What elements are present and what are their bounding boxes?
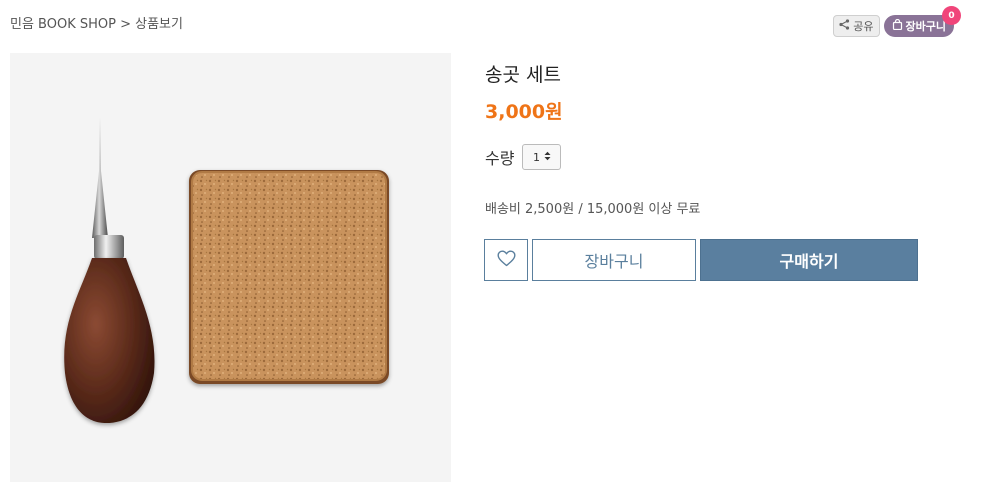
share-icon — [839, 19, 850, 33]
cork-pad-icon — [189, 170, 389, 384]
share-label: 공유 — [853, 20, 874, 33]
add-to-cart-button[interactable]: 장바구니 — [532, 239, 696, 281]
shopping-bag-icon — [892, 18, 903, 33]
quantity-row: 수량 1 — [485, 144, 562, 170]
product-image — [10, 53, 451, 482]
cart-top-label: 장바구니 — [905, 20, 946, 33]
buy-now-button[interactable]: 구매하기 — [700, 239, 918, 281]
wishlist-button[interactable] — [484, 239, 528, 281]
product-price: 3,000원 — [485, 101, 563, 123]
product-title: 송곳 세트 — [485, 64, 561, 86]
share-button[interactable]: 공유 — [833, 15, 880, 37]
action-buttons: 장바구니 구매하기 — [484, 239, 918, 281]
heart-icon — [497, 250, 516, 271]
quantity-value: 1 — [532, 150, 540, 164]
top-actions: 공유 장바구니 0 — [833, 6, 961, 37]
quantity-label: 수량 — [485, 149, 515, 168]
updown-arrow-icon — [544, 151, 551, 164]
shipping-info: 배송비 2,500원 / 15,000원 이상 무료 — [485, 202, 701, 217]
awl-icon — [64, 117, 155, 423]
cart-count-badge: 0 — [942, 6, 961, 25]
quantity-select[interactable]: 1 — [522, 144, 562, 170]
breadcrumb[interactable]: 민음 BOOK SHOP > 상품보기 — [10, 13, 183, 32]
cart-top-button[interactable]: 장바구니 0 — [883, 6, 961, 37]
